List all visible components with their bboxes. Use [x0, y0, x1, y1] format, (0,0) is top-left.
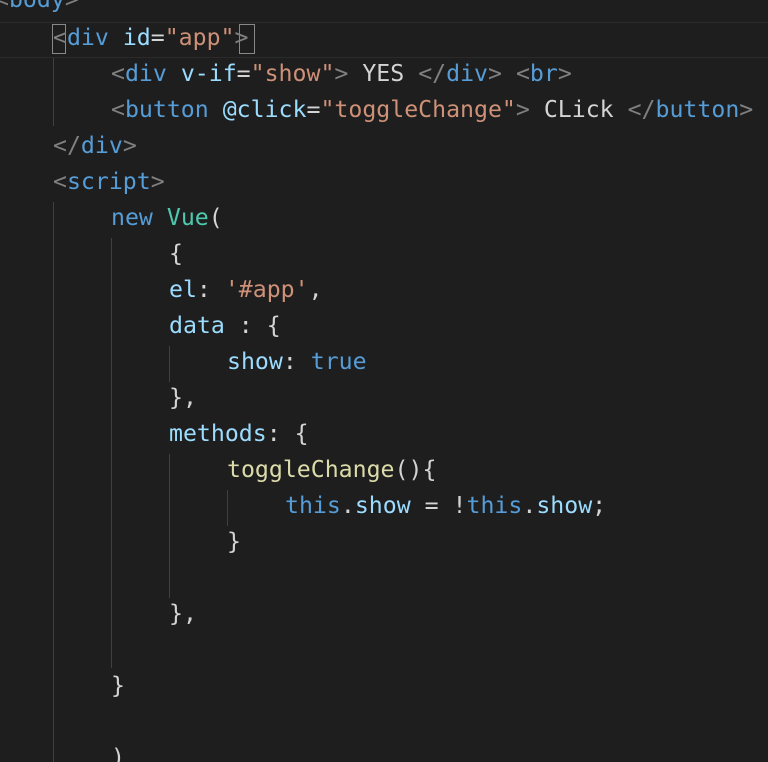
- code-token: div: [446, 60, 488, 87]
- code-token: =: [236, 60, 251, 87]
- code-token: "app": [164, 24, 235, 51]
- code-line: <script>: [53, 164, 165, 200]
- code-token: body: [9, 0, 65, 13]
- code-token: :: [196, 276, 225, 303]
- code-token: }: [111, 672, 125, 699]
- code-token: div: [66, 24, 109, 51]
- code-token: ): [111, 744, 125, 762]
- code-token: (){: [394, 456, 437, 483]
- code-token: <: [53, 24, 67, 51]
- code-line: this.show = !this.show;: [285, 488, 606, 524]
- code-token: '#app': [224, 276, 309, 303]
- code-token: <: [0, 0, 9, 13]
- code-token: =: [306, 96, 321, 123]
- code-token: <: [515, 60, 530, 87]
- code-line: <div id="app">: [53, 20, 249, 56]
- code-token: YES: [348, 60, 419, 87]
- code-token: button: [124, 96, 209, 123]
- code-token: "toggleChange": [320, 96, 516, 123]
- code-token: script: [66, 168, 151, 195]
- code-token: "show": [250, 60, 335, 87]
- code-token: >: [234, 24, 249, 51]
- code-line: methods: {: [169, 416, 309, 452]
- code-token: CLick: [529, 96, 628, 123]
- code-token: toggleChange: [227, 456, 395, 483]
- code-token: button: [655, 96, 740, 123]
- indent-guide: [111, 238, 112, 668]
- code-token: >: [65, 0, 79, 13]
- code-token: :: [282, 348, 311, 375]
- code-editor[interactable]: <body> <div id="app"> <div v-if="show"> …: [0, 0, 768, 762]
- code-token: >: [334, 60, 349, 87]
- code-line: el: '#app',: [169, 272, 323, 308]
- code-token: >: [122, 132, 137, 159]
- indent-guide: [169, 454, 170, 598]
- code-token: >: [150, 168, 165, 195]
- code-token: : {: [266, 420, 309, 447]
- code-line: },: [169, 380, 197, 416]
- code-token: el: [169, 276, 197, 303]
- code-token: <: [53, 168, 67, 195]
- code-line: toggleChange(){: [227, 452, 436, 488]
- code-token: this: [285, 492, 341, 519]
- code-token: >: [515, 96, 530, 123]
- code-line: </div>: [53, 128, 137, 164]
- code-line: <button @click="toggleChange"> CLick </b…: [111, 92, 753, 128]
- code-token: .: [340, 492, 355, 519]
- code-token: : {: [224, 312, 281, 339]
- code-line: new Vue(: [111, 200, 223, 236]
- code-token: div: [124, 60, 167, 87]
- code-token: div: [80, 132, 123, 159]
- code-line: },: [169, 596, 197, 632]
- code-token: >: [739, 96, 754, 123]
- code-line: data : {: [169, 308, 281, 344]
- code-token: show: [536, 492, 593, 519]
- code-token: {: [169, 240, 183, 267]
- code-token: br: [529, 60, 558, 87]
- indent-guide: [53, 202, 54, 762]
- code-token: @click: [222, 96, 307, 123]
- indent-guide: [169, 346, 170, 382]
- code-token: methods: [169, 420, 267, 447]
- code-token: show: [227, 348, 283, 375]
- code-token: v-if: [180, 60, 237, 87]
- code-token: (: [208, 204, 223, 231]
- code-token: Vue: [166, 204, 209, 231]
- code-token: true: [310, 348, 367, 375]
- code-token: },: [169, 600, 197, 627]
- code-line: {: [169, 236, 183, 272]
- code-token: data: [169, 312, 225, 339]
- code-line: <body>: [0, 0, 79, 18]
- code-token: = !: [410, 492, 467, 519]
- code-token: =: [150, 24, 165, 51]
- indent-guide: [53, 58, 54, 126]
- code-token: ,: [308, 276, 323, 303]
- indent-guide: [227, 490, 228, 526]
- code-token: </: [53, 132, 81, 159]
- code-line: <div v-if="show"> YES </div> <br>: [111, 56, 572, 92]
- code-token: ;: [592, 492, 607, 519]
- code-token: },: [169, 384, 197, 411]
- code-token: </: [627, 96, 656, 123]
- code-token: >: [557, 60, 572, 87]
- code-token: new: [111, 204, 153, 231]
- code-token: }: [227, 528, 241, 555]
- code-line: show: true: [227, 344, 367, 380]
- code-token: id: [122, 24, 151, 51]
- code-token: .: [522, 492, 537, 519]
- code-token: >: [488, 60, 502, 87]
- code-token: <: [111, 96, 125, 123]
- code-token: this: [466, 492, 523, 519]
- code-line: ): [111, 740, 125, 762]
- code-token: show: [354, 492, 411, 519]
- code-line: }: [227, 524, 241, 560]
- code-token: </: [418, 60, 447, 87]
- code-token: <: [111, 60, 125, 87]
- code-line: }: [111, 668, 125, 704]
